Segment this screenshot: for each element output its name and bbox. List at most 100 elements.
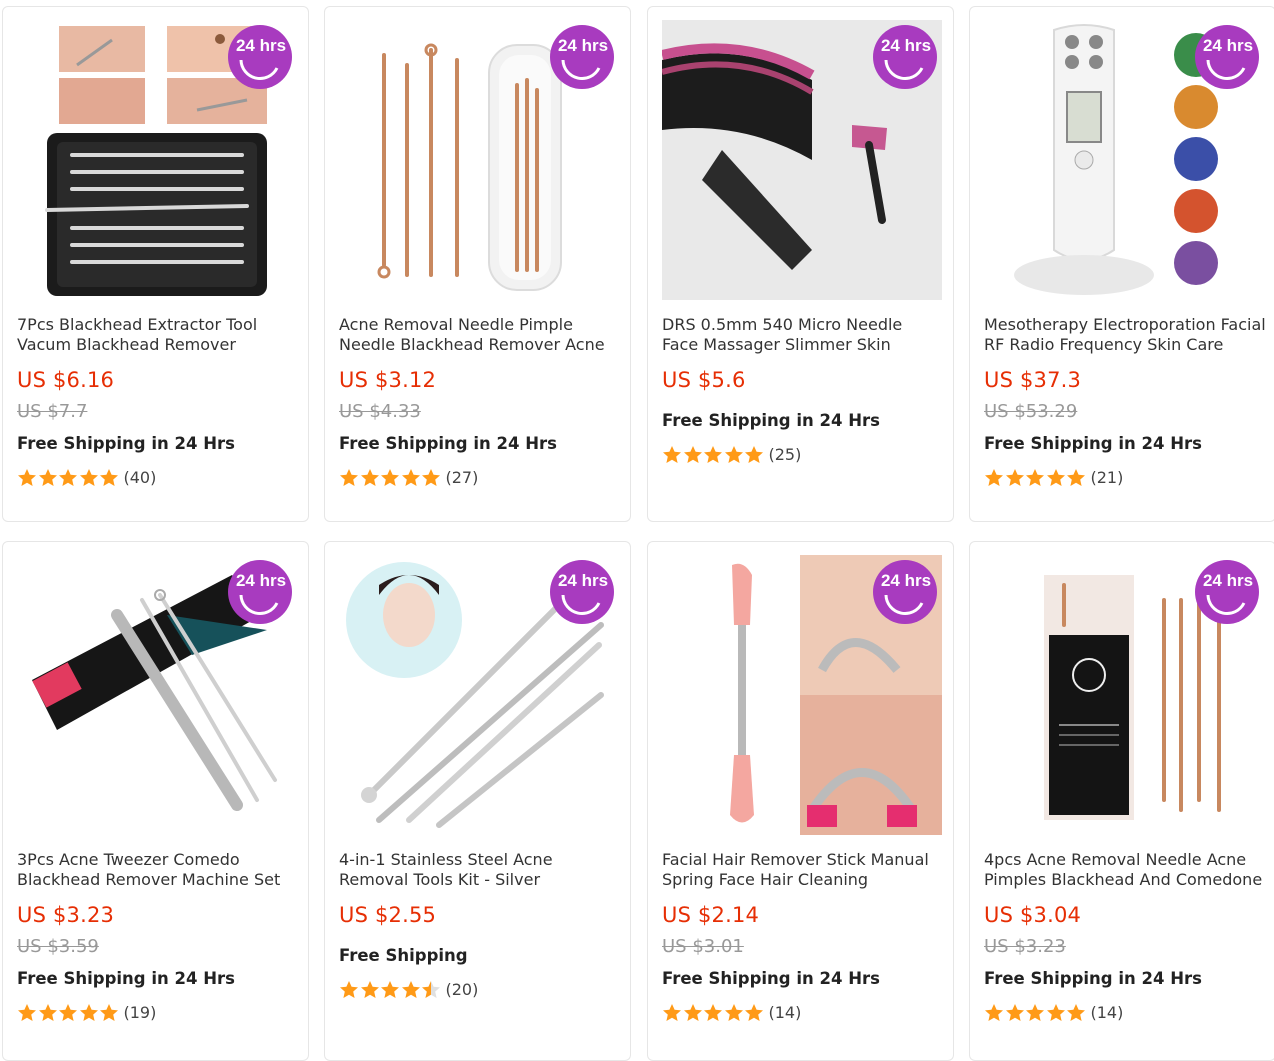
star-icon [79, 469, 98, 486]
product-title[interactable]: 3Pcs Acne Tweezer Comedo Blackhead Remove… [17, 850, 305, 890]
title-line-2: Face Massager Slimmer Skin [662, 335, 891, 354]
title-line-2: Pimples Blackhead And Comedone [984, 870, 1263, 889]
title-line-1: DRS 0.5mm 540 Micro Needle [662, 315, 903, 334]
title-line-1: 4-in-1 Stainless Steel Acne [339, 850, 553, 869]
title-line-1: Mesotherapy Electroporation Facial [984, 315, 1266, 334]
star-icon [1026, 469, 1044, 486]
badge-text: 24 hrs [881, 571, 931, 590]
product-title[interactable]: 4pcs Acne Removal Needle Acne Pimples Bla… [984, 850, 1272, 890]
product-price: US $3.23 [17, 903, 115, 927]
product-grid: 24 hrs 7Pcs Blackhead Extractor Tool Vacu… [0, 0, 1274, 1061]
product-price: US $6.16 [17, 368, 115, 392]
review-count[interactable]: (14) [769, 1003, 802, 1022]
review-count[interactable]: (19) [124, 1003, 157, 1022]
star-icon [1005, 469, 1024, 486]
star-icon [59, 1004, 77, 1021]
rating: (27) [339, 468, 478, 487]
star-icon [360, 469, 379, 486]
star-icon [985, 1004, 1003, 1021]
product-price: US $2.55 [339, 903, 437, 927]
shipping-label: Free Shipping in 24 Hrs [17, 969, 235, 988]
star-icon [985, 469, 1003, 486]
delivery-24hrs-badge-icon: 24 hrs [1195, 560, 1259, 624]
product-card[interactable]: 24 hrs Acne Removal Needle Pimple Needle … [324, 6, 631, 522]
star-icon [745, 446, 763, 463]
product-image-acne-needles-rose-gold[interactable]: 24 hrs [339, 20, 619, 300]
product-price: US $3.04 [984, 903, 1082, 927]
product-price: US $2.14 [662, 903, 760, 927]
delivery-24hrs-badge-icon: 24 hrs [550, 25, 614, 89]
review-count[interactable]: (21) [1091, 468, 1124, 487]
shipping-label: Free Shipping in 24 Hrs [984, 434, 1202, 453]
star-rating [984, 1003, 1087, 1022]
title-line-2: Needle Blackhead Remover Acne [339, 335, 605, 354]
rating: (40) [17, 468, 156, 487]
star-icon [683, 1004, 702, 1021]
star-icon [18, 469, 36, 486]
star-icon [360, 981, 379, 998]
product-image-rf-skin-device[interactable]: 24 hrs [984, 20, 1264, 300]
product-image-derma-roller[interactable]: 24 hrs [662, 20, 942, 300]
shipping-label: Free Shipping in 24 Hrs [662, 969, 880, 988]
star-icon [381, 981, 399, 998]
product-image-blackhead-extractor-kit[interactable]: 24 hrs [17, 20, 297, 300]
product-title[interactable]: Facial Hair Remover Stick Manual Spring F… [662, 850, 950, 890]
product-image-acne-tweezer-set[interactable]: 24 hrs [17, 555, 297, 835]
rating: (21) [984, 468, 1123, 487]
star-icon [401, 469, 420, 486]
badge-text: 24 hrs [1203, 571, 1253, 590]
title-line-1: 7Pcs Blackhead Extractor Tool [17, 315, 258, 334]
star-icon [38, 469, 57, 486]
review-count[interactable]: (14) [1091, 1003, 1124, 1022]
star-icon [381, 469, 399, 486]
star-rating [662, 445, 765, 464]
star-icon [59, 469, 77, 486]
product-price: US $37.3 [984, 368, 1082, 392]
star-icon [704, 446, 722, 463]
product-card[interactable]: 24 hrs 4-in-1 Stainless Steel Acne Remova… [324, 541, 631, 1061]
star-rating [17, 1003, 120, 1022]
star-icon [704, 1004, 722, 1021]
star-icon [100, 1004, 118, 1021]
product-image-facial-hair-remover[interactable]: 24 hrs [662, 555, 942, 835]
star-rating [984, 468, 1087, 487]
star-icon [401, 981, 420, 998]
product-card[interactable]: 24 hrs 3Pcs Acne Tweezer Comedo Blackhead… [2, 541, 309, 1061]
product-title[interactable]: 4-in-1 Stainless Steel Acne Removal Tools… [339, 850, 627, 890]
product-card[interactable]: 24 hrs 4pcs Acne Removal Needle Acne Pimp… [969, 541, 1274, 1061]
title-line-1: 4pcs Acne Removal Needle Acne [984, 850, 1247, 869]
badge-text: 24 hrs [881, 36, 931, 55]
product-title[interactable]: Acne Removal Needle Pimple Needle Blackhe… [339, 315, 627, 355]
review-count[interactable]: (25) [769, 445, 802, 464]
star-icon [422, 981, 440, 998]
shipping-label: Free Shipping in 24 Hrs [339, 434, 557, 453]
star-icon [422, 469, 440, 486]
title-line-2: Vacum Blackhead Remover [17, 335, 236, 354]
rating: (20) [339, 980, 478, 999]
review-count[interactable]: (40) [124, 468, 157, 487]
delivery-24hrs-badge-icon: 24 hrs [873, 25, 937, 89]
product-card[interactable]: 24 hrs Facial Hair Remover Stick Manual S… [647, 541, 954, 1061]
product-card[interactable]: 24 hrs DRS 0.5mm 540 Micro Needle Face Ma… [647, 6, 954, 522]
product-card[interactable]: 24 hrs 7Pcs Blackhead Extractor Tool Vacu… [2, 6, 309, 522]
product-image-acne-needles-pack[interactable]: 24 hrs [984, 555, 1264, 835]
product-card[interactable]: 24 hrs Mesotherapy Electroporation Facia… [969, 6, 1274, 522]
original-price: US $3.23 [984, 936, 1066, 957]
rating: (14) [662, 1003, 801, 1022]
star-icon [1046, 1004, 1065, 1021]
original-price: US $3.01 [662, 936, 744, 957]
product-image-stainless-acne-tools[interactable]: 24 hrs [339, 555, 619, 835]
title-line-2: Removal Tools Kit - Silver [339, 870, 541, 889]
product-title[interactable]: DRS 0.5mm 540 Micro Needle Face Massager … [662, 315, 950, 355]
product-title[interactable]: 7Pcs Blackhead Extractor Tool Vacum Black… [17, 315, 305, 355]
review-count[interactable]: (27) [446, 468, 479, 487]
shipping-label: Free Shipping in 24 Hrs [984, 969, 1202, 988]
star-rating [662, 1003, 765, 1022]
product-title[interactable]: Mesotherapy Electroporation Facial RF Rad… [984, 315, 1272, 355]
review-count[interactable]: (20) [446, 980, 479, 999]
star-icon [663, 446, 681, 463]
original-price: US $3.59 [17, 936, 99, 957]
original-price: US $53.29 [984, 401, 1078, 422]
star-icon [683, 446, 702, 463]
title-line-2: Blackhead Remover Machine Set [17, 870, 281, 889]
